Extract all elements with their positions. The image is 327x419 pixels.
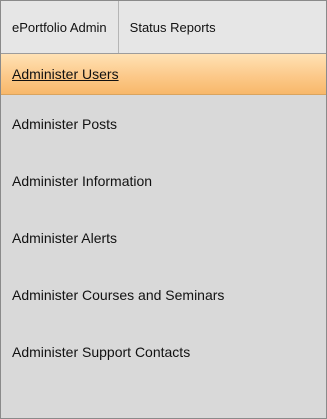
menu-item-label: Administer Information [12, 172, 153, 189]
menu-item-label: Administer Users [12, 66, 119, 82]
menu-item-administer-users[interactable]: Administer Users [1, 54, 326, 95]
menu-item-label: Administer Alerts [12, 229, 118, 246]
tab-status-reports[interactable]: Status Reports [119, 1, 216, 53]
menu-item-administer-support-contacts[interactable]: Administer Support Contacts [1, 323, 326, 380]
admin-menu-list: Administer Users Administer Posts Admini… [1, 54, 326, 380]
menu-item-administer-courses-and-seminars[interactable]: Administer Courses and Seminars [1, 266, 326, 323]
tab-eportfolio-admin[interactable]: ePortfolio Admin [1, 1, 119, 53]
menu-item-label: Administer Posts [12, 115, 118, 132]
menu-item-administer-information[interactable]: Administer Information [1, 152, 326, 209]
menu-item-administer-posts[interactable]: Administer Posts [1, 95, 326, 152]
menu-item-label: Administer Courses and Seminars [12, 286, 225, 303]
menu-item-label: Administer Support Contacts [12, 343, 191, 360]
menu-item-administer-alerts[interactable]: Administer Alerts [1, 209, 326, 266]
top-navigation: ePortfolio Admin Status Reports [1, 1, 326, 54]
admin-menu-panel: ePortfolio Admin Status Reports Administ… [0, 0, 327, 419]
